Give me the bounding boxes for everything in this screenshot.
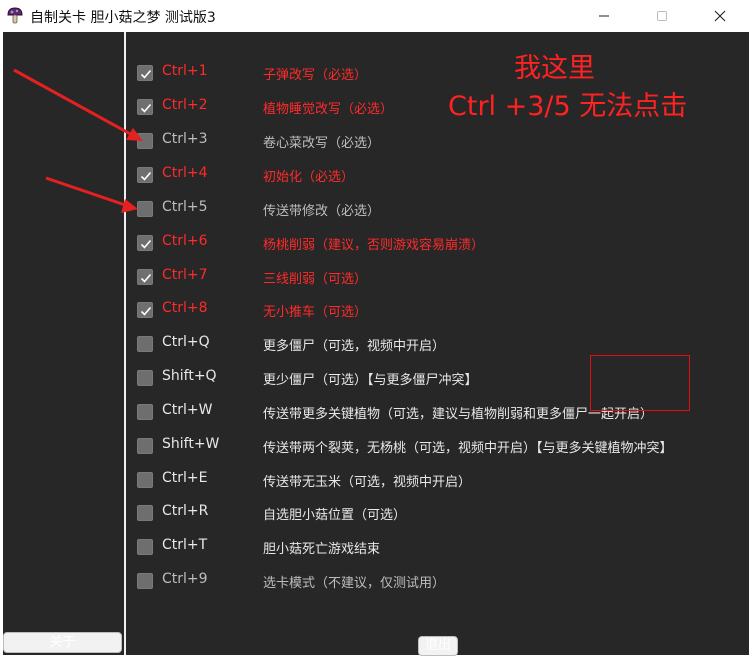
about-button[interactable]: 关于 — [3, 632, 122, 653]
checkbox[interactable] — [137, 505, 153, 521]
option-label: 传送带修改（必选） — [263, 204, 381, 219]
exit-button[interactable]: 退出 — [418, 636, 458, 656]
annotation-highlight-box — [590, 355, 690, 411]
option-row: Ctrl+6 杨桃削弱（建议，否则游戏容易崩溃） — [126, 229, 749, 257]
checkbox[interactable] — [137, 370, 153, 386]
option-hotkey: Ctrl+6 — [162, 233, 208, 249]
option-hotkey: Ctrl+7 — [162, 267, 208, 283]
option-hotkey: Ctrl+2 — [162, 97, 208, 113]
option-row: Ctrl+R 自选胆小菇位置（可选） — [126, 499, 749, 527]
option-label: 子弹改写（必选） — [263, 68, 368, 83]
checkbox[interactable] — [137, 336, 153, 352]
option-row: Ctrl+Q 更多僵尸（可选，视频中开启） — [126, 330, 749, 358]
option-row: Ctrl+7 三线削弱（可选） — [126, 263, 749, 291]
option-hotkey: Ctrl+4 — [162, 165, 208, 181]
option-label: 无小推车（可选） — [263, 305, 368, 320]
options-panel: Ctrl+1 子弹改写（必选） Ctrl+2 植物睡觉改写（必选） Ctrl+3 卷心菜改… — [126, 32, 749, 655]
option-label: 三线削弱（可选） — [263, 272, 368, 287]
option-hotkey: Ctrl+9 — [162, 571, 208, 587]
option-hotkey: Ctrl+Q — [162, 334, 210, 350]
checkmark-icon — [140, 103, 152, 113]
option-row: Ctrl+1 子弹改写（必选） — [126, 59, 749, 87]
option-label: 初始化（必选） — [263, 170, 355, 185]
annotation-line-2: Ctrl +3/5 无法点击 — [448, 91, 688, 122]
checkbox-checked[interactable] — [137, 99, 153, 115]
maximize-button[interactable] — [634, 0, 690, 32]
option-hotkey: Ctrl+R — [162, 503, 209, 519]
option-hotkey: Ctrl+8 — [162, 300, 208, 316]
option-label: 更多僵尸（可选，视频中开启） — [263, 339, 446, 354]
option-hotkey: Shift+Q — [162, 368, 217, 384]
checkbox-checked[interactable] — [137, 167, 153, 183]
minimize-button[interactable] — [576, 0, 632, 32]
mushroom-icon — [6, 6, 24, 26]
close-icon — [714, 10, 726, 22]
option-label: 选卡模式（不建议，仅测试用） — [263, 576, 446, 591]
option-row: Ctrl+8 无小推车（可选） — [126, 296, 749, 324]
checkbox[interactable] — [137, 539, 153, 555]
option-label: 植物睡觉改写（必选） — [263, 102, 394, 117]
annotation-line-1: 我这里 — [514, 53, 595, 84]
checkbox[interactable] — [137, 404, 153, 420]
minimize-icon — [599, 15, 609, 17]
checkbox[interactable] — [137, 438, 153, 454]
checkbox-checked[interactable] — [137, 235, 153, 251]
option-row: Ctrl+T 胆小菇死亡游戏结束 — [126, 533, 749, 561]
close-button[interactable] — [692, 0, 748, 32]
option-hotkey: Shift+W — [162, 436, 220, 452]
option-row: Shift+W 传送带两个裂荚，无杨桃（可选，视频中开启）【与更多关键植物冲突】 — [126, 432, 749, 460]
option-label: 传送带两个裂荚，无杨桃（可选，视频中开启）【与更多关键植物冲突】 — [263, 441, 673, 456]
option-hotkey: Ctrl+1 — [162, 63, 208, 79]
option-row: Ctrl+E 传送带无玉米（可选，视频中开启） — [126, 466, 749, 494]
option-hotkey: Ctrl+5 — [162, 199, 208, 215]
window-title: 自制关卡 胆小菇之梦 测试版3 — [30, 10, 216, 26]
checkmark-icon — [140, 69, 152, 79]
sidebar — [3, 32, 126, 655]
checkbox-checked[interactable] — [137, 269, 153, 285]
option-label: 杨桃削弱（建议，否则游戏容易崩溃） — [263, 238, 485, 253]
option-row: Ctrl+3 卷心菜改写（必选） — [126, 127, 749, 155]
maximize-icon — [657, 11, 667, 21]
option-row: Ctrl+4 初始化（必选） — [126, 161, 749, 189]
checkmark-icon — [140, 273, 152, 283]
option-hotkey: Ctrl+W — [162, 402, 213, 418]
option-hotkey: Ctrl+E — [162, 470, 208, 486]
option-label: 更少僵尸（可选）【与更多僵尸冲突】 — [263, 373, 478, 388]
checkbox[interactable] — [137, 133, 153, 149]
option-label: 自选胆小菇位置（可选） — [263, 508, 407, 523]
option-label: 胆小菇死亡游戏结束 — [263, 542, 381, 557]
checkmark-icon — [140, 239, 152, 249]
checkbox[interactable] — [137, 472, 153, 488]
option-row: Ctrl+9 选卡模式（不建议，仅测试用） — [126, 567, 749, 595]
checkmark-icon — [140, 306, 152, 316]
checkmark-icon — [140, 171, 152, 181]
option-hotkey: Ctrl+3 — [162, 131, 208, 147]
checkbox-checked[interactable] — [137, 302, 153, 318]
option-row: Ctrl+5 传送带修改（必选） — [126, 195, 749, 223]
option-label: 传送带无玉米（可选，视频中开启） — [263, 475, 472, 490]
checkbox[interactable] — [137, 201, 153, 217]
checkbox[interactable] — [137, 573, 153, 589]
option-hotkey: Ctrl+T — [162, 537, 208, 553]
title-bar: 自制关卡 胆小菇之梦 测试版3 — [0, 0, 752, 32]
option-label: 卷心菜改写（必选） — [263, 136, 381, 151]
checkbox-checked[interactable] — [137, 65, 153, 81]
